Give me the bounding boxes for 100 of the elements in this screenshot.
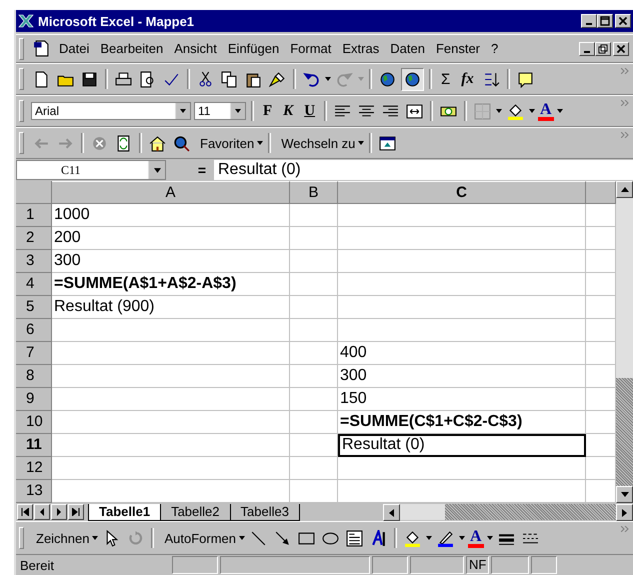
restore-button[interactable] (595, 42, 611, 56)
table-cell[interactable]: =SUMME(C$1+C$2-C$3) (338, 411, 586, 434)
right-arrow-icon[interactable] (622, 508, 627, 516)
caret-icon[interactable] (325, 77, 331, 81)
table-cell[interactable] (338, 319, 586, 342)
bold-button[interactable]: F (259, 102, 276, 120)
left-arrow-icon[interactable] (389, 508, 394, 516)
table-cell[interactable]: Resultat (900) (52, 296, 290, 319)
menu-item[interactable]: Daten (386, 41, 429, 56)
textbox-icon[interactable] (344, 528, 366, 548)
first-sheet-button[interactable] (17, 504, 33, 520)
font-dropdown[interactable]: Arial (31, 102, 191, 120)
row-header[interactable]: 7 (16, 342, 52, 365)
table-cell[interactable] (338, 250, 586, 273)
table-cell[interactable]: 1000 (52, 204, 290, 227)
sheet-tab[interactable]: Tabelle2 (161, 504, 230, 520)
caret-icon[interactable] (257, 141, 264, 145)
vertical-scrollbar[interactable] (616, 181, 633, 503)
menu-item[interactable]: Extras (338, 41, 384, 56)
row-header[interactable]: 12 (16, 457, 52, 480)
table-cell[interactable] (290, 273, 338, 296)
table-cell[interactable]: 300 (338, 365, 586, 388)
last-sheet-button[interactable] (68, 504, 84, 520)
table-cell[interactable] (52, 457, 290, 480)
table-cell[interactable] (52, 434, 290, 457)
table-cell[interactable] (290, 388, 338, 411)
close-button[interactable] (615, 14, 631, 28)
table-cell[interactable] (290, 204, 338, 227)
menu-item[interactable]: Fenster (432, 41, 484, 56)
table-cell[interactable] (290, 434, 338, 457)
table-cell[interactable]: Resultat (0) (338, 434, 586, 457)
font-color-button[interactable]: A (538, 102, 554, 120)
function-button[interactable]: fx (457, 70, 478, 88)
autosum-button[interactable]: Σ (437, 70, 454, 88)
table-cell[interactable] (290, 411, 338, 434)
minimize-button[interactable] (579, 42, 595, 56)
autoshapes-menu[interactable]: AutoFormen (159, 530, 236, 546)
table-cell[interactable] (338, 204, 586, 227)
minimize-button[interactable] (581, 14, 597, 28)
table-cell[interactable] (290, 457, 338, 480)
caret-icon[interactable] (459, 536, 466, 540)
caret-icon[interactable] (358, 141, 364, 145)
menu-item[interactable]: Datei (55, 41, 94, 56)
menu-item[interactable]: Format (286, 41, 336, 56)
table-cell[interactable] (290, 296, 338, 319)
font-color-button[interactable]: A (468, 528, 484, 548)
go-to-menu[interactable]: Wechseln zu (276, 136, 356, 150)
caret-icon[interactable] (239, 536, 246, 540)
table-cell[interactable]: 150 (338, 388, 586, 411)
table-cell[interactable] (290, 342, 338, 365)
row-header[interactable]: 1 (16, 204, 52, 227)
table-cell[interactable]: 300 (52, 250, 290, 273)
row-header[interactable]: 10 (16, 411, 52, 434)
next-sheet-button[interactable] (51, 504, 67, 520)
row-header[interactable]: 4 (16, 273, 52, 296)
row-header[interactable]: 8 (16, 365, 52, 388)
caret-icon[interactable] (556, 109, 563, 113)
caret-icon[interactable] (426, 536, 432, 540)
table-cell[interactable] (52, 319, 290, 342)
table-cell[interactable] (52, 388, 290, 411)
row-header[interactable]: 11 (16, 434, 52, 457)
table-cell[interactable]: =SUMME(A$1+A$2-A$3) (52, 273, 290, 296)
previous-sheet-button[interactable] (34, 504, 50, 520)
column-header[interactable]: C (338, 181, 586, 204)
row-header[interactable]: 2 (16, 227, 52, 250)
table-cell[interactable]: 200 (52, 227, 290, 250)
row-header[interactable]: 9 (16, 388, 52, 411)
horizontal-scrollbar[interactable] (383, 504, 633, 520)
menu-item[interactable]: Bearbeiten (96, 41, 168, 56)
close-button[interactable] (613, 42, 629, 56)
formula-field[interactable]: Resultat (0) (214, 160, 633, 180)
down-arrow-icon[interactable] (620, 492, 628, 497)
row-header[interactable]: 3 (16, 250, 52, 273)
caret-icon[interactable] (496, 109, 502, 113)
table-cell[interactable] (338, 457, 586, 480)
menu-item[interactable]: Einfügen (224, 41, 284, 56)
globe-icon[interactable] (401, 68, 424, 90)
font-size-dropdown[interactable]: 11 (194, 102, 246, 120)
menu-item[interactable]: Ansicht (170, 41, 221, 56)
draw-menu[interactable]: Zeichnen (31, 530, 90, 546)
column-header[interactable] (586, 181, 616, 204)
caret-icon[interactable] (486, 536, 493, 540)
table-cell[interactable] (52, 342, 290, 365)
row-header[interactable]: 6 (16, 319, 52, 342)
table-cell[interactable] (338, 296, 586, 319)
menu-item[interactable]: ? (487, 41, 502, 56)
caret-icon[interactable] (529, 109, 536, 113)
sheet-tab[interactable]: Tabelle3 (230, 504, 300, 520)
table-cell[interactable] (338, 227, 586, 250)
table-cell[interactable] (290, 250, 338, 273)
column-header[interactable]: A (52, 181, 290, 204)
table-cell[interactable] (52, 365, 290, 388)
table-cell[interactable] (290, 227, 338, 250)
name-box[interactable]: C11 (16, 160, 166, 180)
table-cell[interactable] (290, 319, 338, 342)
row-header[interactable]: 13 (16, 480, 52, 503)
table-cell[interactable]: 400 (338, 342, 586, 365)
favorites-menu[interactable]: Favoriten (195, 136, 254, 150)
maximize-button[interactable] (597, 14, 613, 28)
row-header[interactable]: 5 (16, 296, 52, 319)
